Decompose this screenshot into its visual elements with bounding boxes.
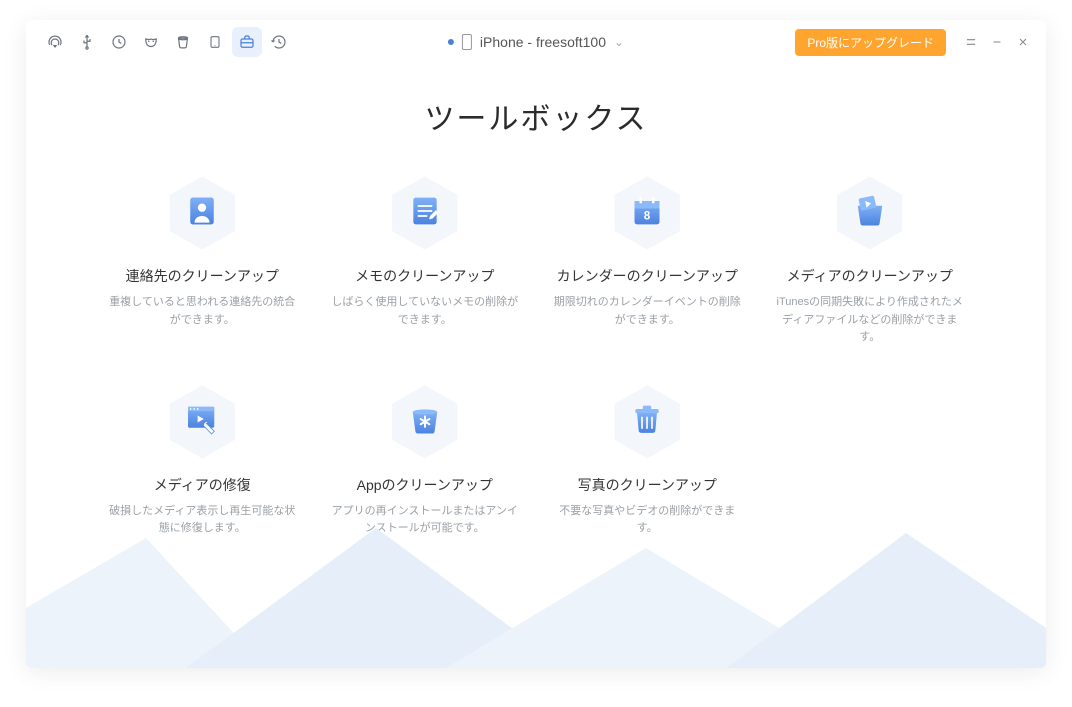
svg-text:8: 8 bbox=[644, 209, 651, 222]
mask-icon[interactable] bbox=[136, 27, 166, 57]
toolbar-right: Pro版にアップグレード bbox=[795, 29, 1032, 56]
app-window: iPhone - freesoft100 ⌄ Pro版にアップグレード ツールボ… bbox=[26, 20, 1046, 668]
window-controls bbox=[962, 33, 1032, 51]
tool-title: 連絡先のクリーンアップ bbox=[126, 266, 279, 286]
toolbar-nav bbox=[40, 27, 294, 57]
tool-title: メディアの修復 bbox=[154, 475, 251, 495]
tool-desc: 破損したメディア表示し再生可能な状態に修復します。 bbox=[107, 503, 297, 538]
upgrade-pro-button[interactable]: Pro版にアップグレード bbox=[795, 29, 946, 56]
usb-icon[interactable] bbox=[72, 27, 102, 57]
tool-app-cleanup[interactable]: Appのクリーンアップ アプリの再インストールまたはアンインストールが可能です。 bbox=[319, 377, 532, 544]
status-dot-icon bbox=[448, 39, 454, 45]
tool-title: メモのクリーンアップ bbox=[355, 266, 494, 286]
device-selector[interactable]: iPhone - freesoft100 ⌄ bbox=[448, 34, 624, 50]
phone-icon bbox=[462, 34, 472, 50]
tool-title: Appのクリーンアップ bbox=[357, 475, 493, 495]
tool-media-repair[interactable]: メディアの修復 破損したメディア表示し再生可能な状態に修復します。 bbox=[96, 377, 309, 544]
tool-calendar-cleanup[interactable]: 8 カレンダーのクリーンアップ 期限切れのカレンダーイベントの削除ができます。 bbox=[541, 168, 754, 353]
minimize-icon[interactable] bbox=[988, 33, 1006, 51]
tool-desc: 重複していると思われる連絡先の統合ができます。 bbox=[107, 294, 297, 329]
toolbox-icon[interactable] bbox=[232, 27, 262, 57]
bucket-icon[interactable] bbox=[168, 27, 198, 57]
repair-icon bbox=[181, 398, 223, 445]
chevron-down-icon: ⌄ bbox=[614, 35, 624, 49]
device-label: iPhone - freesoft100 bbox=[480, 34, 606, 50]
tools-grid: 連絡先のクリーンアップ 重複していると思われる連絡先の統合ができます。 メモのク… bbox=[26, 138, 1046, 544]
clock-icon[interactable] bbox=[104, 27, 134, 57]
page-title: ツールボックス bbox=[26, 94, 1046, 138]
calendar-icon: 8 bbox=[627, 191, 667, 236]
contact-icon bbox=[182, 191, 222, 236]
tool-title: カレンダーのクリーンアップ bbox=[557, 266, 738, 286]
tool-desc: iTunesの同期失敗により作成されたメディアファイルなどの削除ができます。 bbox=[775, 294, 965, 347]
close-icon[interactable] bbox=[1014, 33, 1032, 51]
tool-notes-cleanup[interactable]: メモのクリーンアップ しばらく使用していないメモの削除ができます。 bbox=[319, 168, 532, 353]
tool-desc: アプリの再インストールまたはアンインストールが可能です。 bbox=[330, 503, 520, 538]
airplay-icon[interactable] bbox=[40, 27, 70, 57]
toolbar: iPhone - freesoft100 ⌄ Pro版にアップグレード bbox=[26, 20, 1046, 64]
note-icon bbox=[405, 191, 445, 236]
tool-desc: しばらく使用していないメモの削除ができます。 bbox=[330, 294, 520, 329]
tablet-icon[interactable] bbox=[200, 27, 230, 57]
history-icon[interactable] bbox=[264, 27, 294, 57]
media-bin-icon bbox=[849, 190, 891, 237]
tool-title: メディアのクリーンアップ bbox=[787, 266, 953, 286]
tool-title: 写真のクリーンアップ bbox=[578, 475, 717, 495]
trash-icon bbox=[627, 399, 667, 444]
tool-desc: 不要な写真やビデオの削除ができます。 bbox=[552, 503, 742, 538]
app-bin-icon bbox=[404, 398, 446, 445]
tool-desc: 期限切れのカレンダーイベントの削除ができます。 bbox=[552, 294, 742, 329]
menu-icon[interactable] bbox=[962, 33, 980, 51]
tool-contacts-cleanup[interactable]: 連絡先のクリーンアップ 重複していると思われる連絡先の統合ができます。 bbox=[96, 168, 309, 353]
tool-photo-cleanup[interactable]: 写真のクリーンアップ 不要な写真やビデオの削除ができます。 bbox=[541, 377, 754, 544]
tool-media-cleanup[interactable]: メディアのクリーンアップ iTunesの同期失敗により作成されたメディアファイル… bbox=[764, 168, 977, 353]
